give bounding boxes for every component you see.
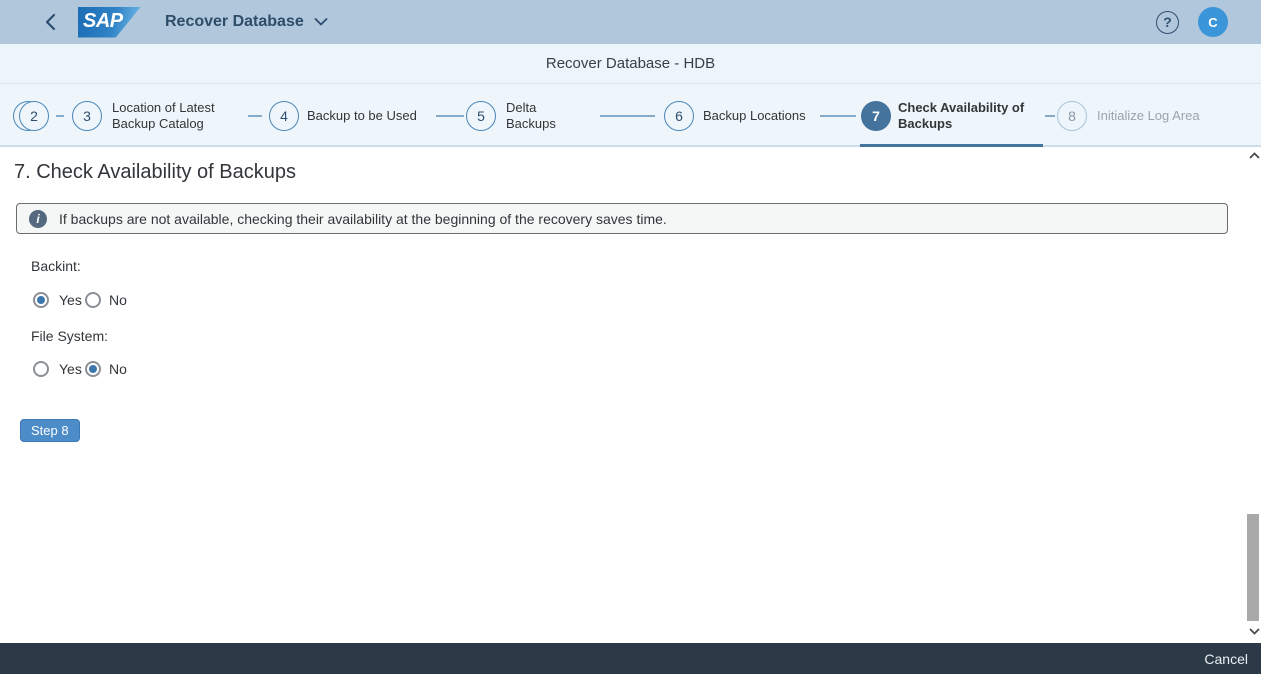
step-connector xyxy=(1045,115,1055,117)
step-8-number: 8 xyxy=(1068,108,1076,124)
cancel-button[interactable]: Cancel xyxy=(1204,651,1248,667)
wizard-step-4-label[interactable]: Backup to be Used xyxy=(307,108,417,124)
file-system-no-radio[interactable] xyxy=(85,361,101,377)
wizard-progress-bar: 2 3 Location of Latest Backup Catalog 4 … xyxy=(0,84,1261,147)
question-mark-icon: ? xyxy=(1163,14,1172,30)
file-system-yes-radio[interactable] xyxy=(33,361,49,377)
wizard-step-8-circle: 8 xyxy=(1057,101,1087,131)
step-connector xyxy=(436,115,464,117)
content-scrollbar[interactable] xyxy=(1246,147,1261,643)
wizard-step-content: 7. Check Availability of Backups i If ba… xyxy=(0,147,1261,643)
step-6-number: 6 xyxy=(675,108,683,124)
sap-logo: SAP xyxy=(78,7,141,38)
step-connector xyxy=(600,115,655,117)
user-avatar[interactable]: C xyxy=(1198,7,1228,37)
scroll-down-arrow-icon[interactable] xyxy=(1248,626,1260,636)
step-connector xyxy=(248,115,262,117)
scrollbar-thumb[interactable] xyxy=(1247,514,1259,621)
wizard-step-7-label[interactable]: Check Availability of Backups xyxy=(898,100,1038,132)
page-subheader: Recover Database - HDB xyxy=(0,44,1261,84)
wizard-step-8-label: Initialize Log Area xyxy=(1097,108,1200,124)
step-heading: 7. Check Availability of Backups xyxy=(14,161,296,184)
avatar-initial: C xyxy=(1208,15,1217,30)
wizard-step-3-label[interactable]: Location of Latest Backup Catalog xyxy=(112,100,230,132)
back-button[interactable] xyxy=(40,12,60,32)
wizard-step-5-label[interactable]: Delta Backups xyxy=(506,100,568,132)
info-message-strip: i If backups are not available, checking… xyxy=(16,203,1228,234)
shell-header: SAP Recover Database ? C xyxy=(0,0,1261,44)
file-system-label: File System: xyxy=(31,328,108,344)
chevron-down-icon xyxy=(314,18,328,26)
active-step-underline xyxy=(860,144,1043,147)
wizard-step-3-circle[interactable]: 3 xyxy=(72,101,102,131)
help-button[interactable]: ? xyxy=(1156,11,1179,34)
information-icon: i xyxy=(29,210,47,228)
subheader-title: Recover Database - HDB xyxy=(546,55,715,72)
wizard-step-6-circle[interactable]: 6 xyxy=(664,101,694,131)
wizard-step-7-circle[interactable]: 7 xyxy=(861,101,891,131)
file-system-yes-label[interactable]: Yes xyxy=(59,361,82,377)
step-2-number: 2 xyxy=(30,108,38,124)
backint-no-label[interactable]: No xyxy=(109,292,127,308)
back-chevron-icon xyxy=(45,13,56,31)
backint-no-radio[interactable] xyxy=(85,292,101,308)
file-system-no-label[interactable]: No xyxy=(109,361,127,377)
step-connector xyxy=(56,115,64,117)
recover-database-app: SAP Recover Database ? C Recover Databas… xyxy=(0,0,1261,675)
wizard-step-4-circle[interactable]: 4 xyxy=(269,101,299,131)
step-5-number: 5 xyxy=(477,108,485,124)
footer-toolbar: Cancel xyxy=(0,643,1261,674)
wizard-step-2-circle[interactable]: 2 xyxy=(19,101,49,131)
backint-yes-label[interactable]: Yes xyxy=(59,292,82,308)
info-message-text: If backups are not available, checking t… xyxy=(59,211,667,227)
wizard-step-6-label[interactable]: Backup Locations xyxy=(703,108,806,124)
title-dropdown[interactable] xyxy=(314,18,328,26)
step-8-button[interactable]: Step 8 xyxy=(20,419,80,442)
backint-yes-radio[interactable] xyxy=(33,292,49,308)
step-4-number: 4 xyxy=(280,108,288,124)
step-3-number: 3 xyxy=(83,108,91,124)
step-7-number: 7 xyxy=(872,108,880,124)
step-connector xyxy=(820,115,856,117)
sap-logo-text: SAP xyxy=(78,7,123,36)
wizard-step-5-circle[interactable]: 5 xyxy=(466,101,496,131)
app-title[interactable]: Recover Database xyxy=(165,13,304,31)
backint-label: Backint: xyxy=(31,258,81,274)
scroll-up-arrow-icon[interactable] xyxy=(1248,150,1260,160)
